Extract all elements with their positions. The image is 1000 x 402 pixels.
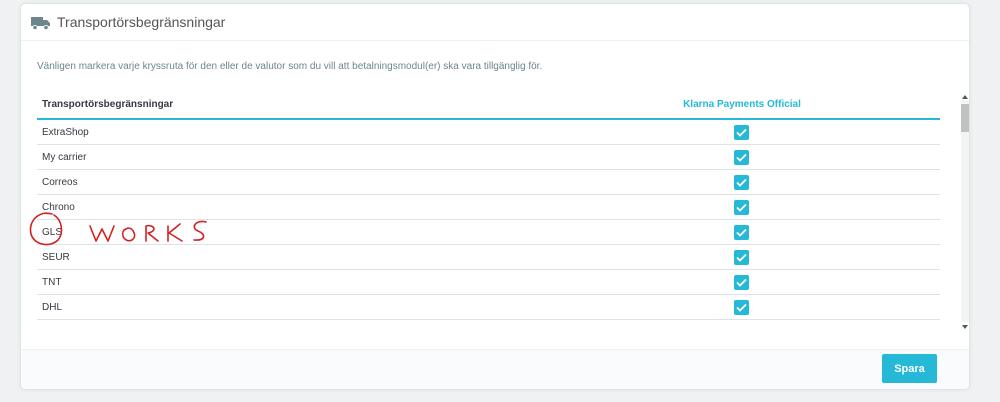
module-checkbox[interactable] [734,125,749,140]
table-row: ExtraShop [37,120,940,145]
module-checkbox[interactable] [734,200,749,215]
table-row: My carrier [37,145,940,170]
checkmark-icon [736,253,747,262]
table-row: SEUR [37,245,940,270]
checkmark-icon [736,153,747,162]
carrier-restrictions-panel: Transportörsbegränsningar Vänligen marke… [20,3,970,390]
module-checkbox[interactable] [734,300,749,315]
table-row: TNT [37,270,940,295]
module-checkbox[interactable] [734,175,749,190]
checkmark-icon [736,203,747,212]
module-checkbox[interactable] [734,250,749,265]
table-row: DHL [37,295,940,320]
checkmark-icon [736,278,747,287]
module-checkbox[interactable] [734,150,749,165]
scroll-down-arrow-icon[interactable] [961,324,969,330]
carrier-name: Chrono [42,202,75,213]
panel-heading: Transportörsbegränsningar [21,4,969,41]
carrier-name: ExtraShop [42,127,89,138]
carrier-table: Transportörsbegränsningar Klarna Payment… [37,90,969,329]
carrier-name: Correos [42,177,78,188]
table-row: GLS [37,220,940,245]
truck-icon [31,17,50,30]
carrier-name: GLS [42,227,63,238]
module-checkbox[interactable] [734,225,749,240]
column-header-carrier: Transportörsbegränsningar [42,99,174,110]
carrier-name: TNT [42,277,62,288]
scroll-up-arrow-icon[interactable] [961,94,969,100]
checkmark-icon [736,178,747,187]
checkmark-icon [736,303,747,312]
scrollbar-thumb[interactable] [961,104,969,132]
column-header-module: Klarna Payments Official [683,99,801,110]
carrier-name: DHL [42,302,63,313]
panel-footer [21,349,969,389]
carrier-name: SEUR [42,252,70,263]
table-row: Correos [37,170,940,195]
carrier-name: My carrier [42,152,87,163]
table-scrollbar[interactable] [961,95,969,329]
table-row: Chrono [37,195,940,220]
checkmark-icon [736,128,747,137]
help-text: Vänligen markera varje kryssruta för den… [37,61,543,72]
panel-title: Transportörsbegränsningar [57,14,226,30]
checkmark-icon [736,228,747,237]
module-checkbox[interactable] [734,275,749,290]
save-button[interactable]: Spara [882,354,937,383]
